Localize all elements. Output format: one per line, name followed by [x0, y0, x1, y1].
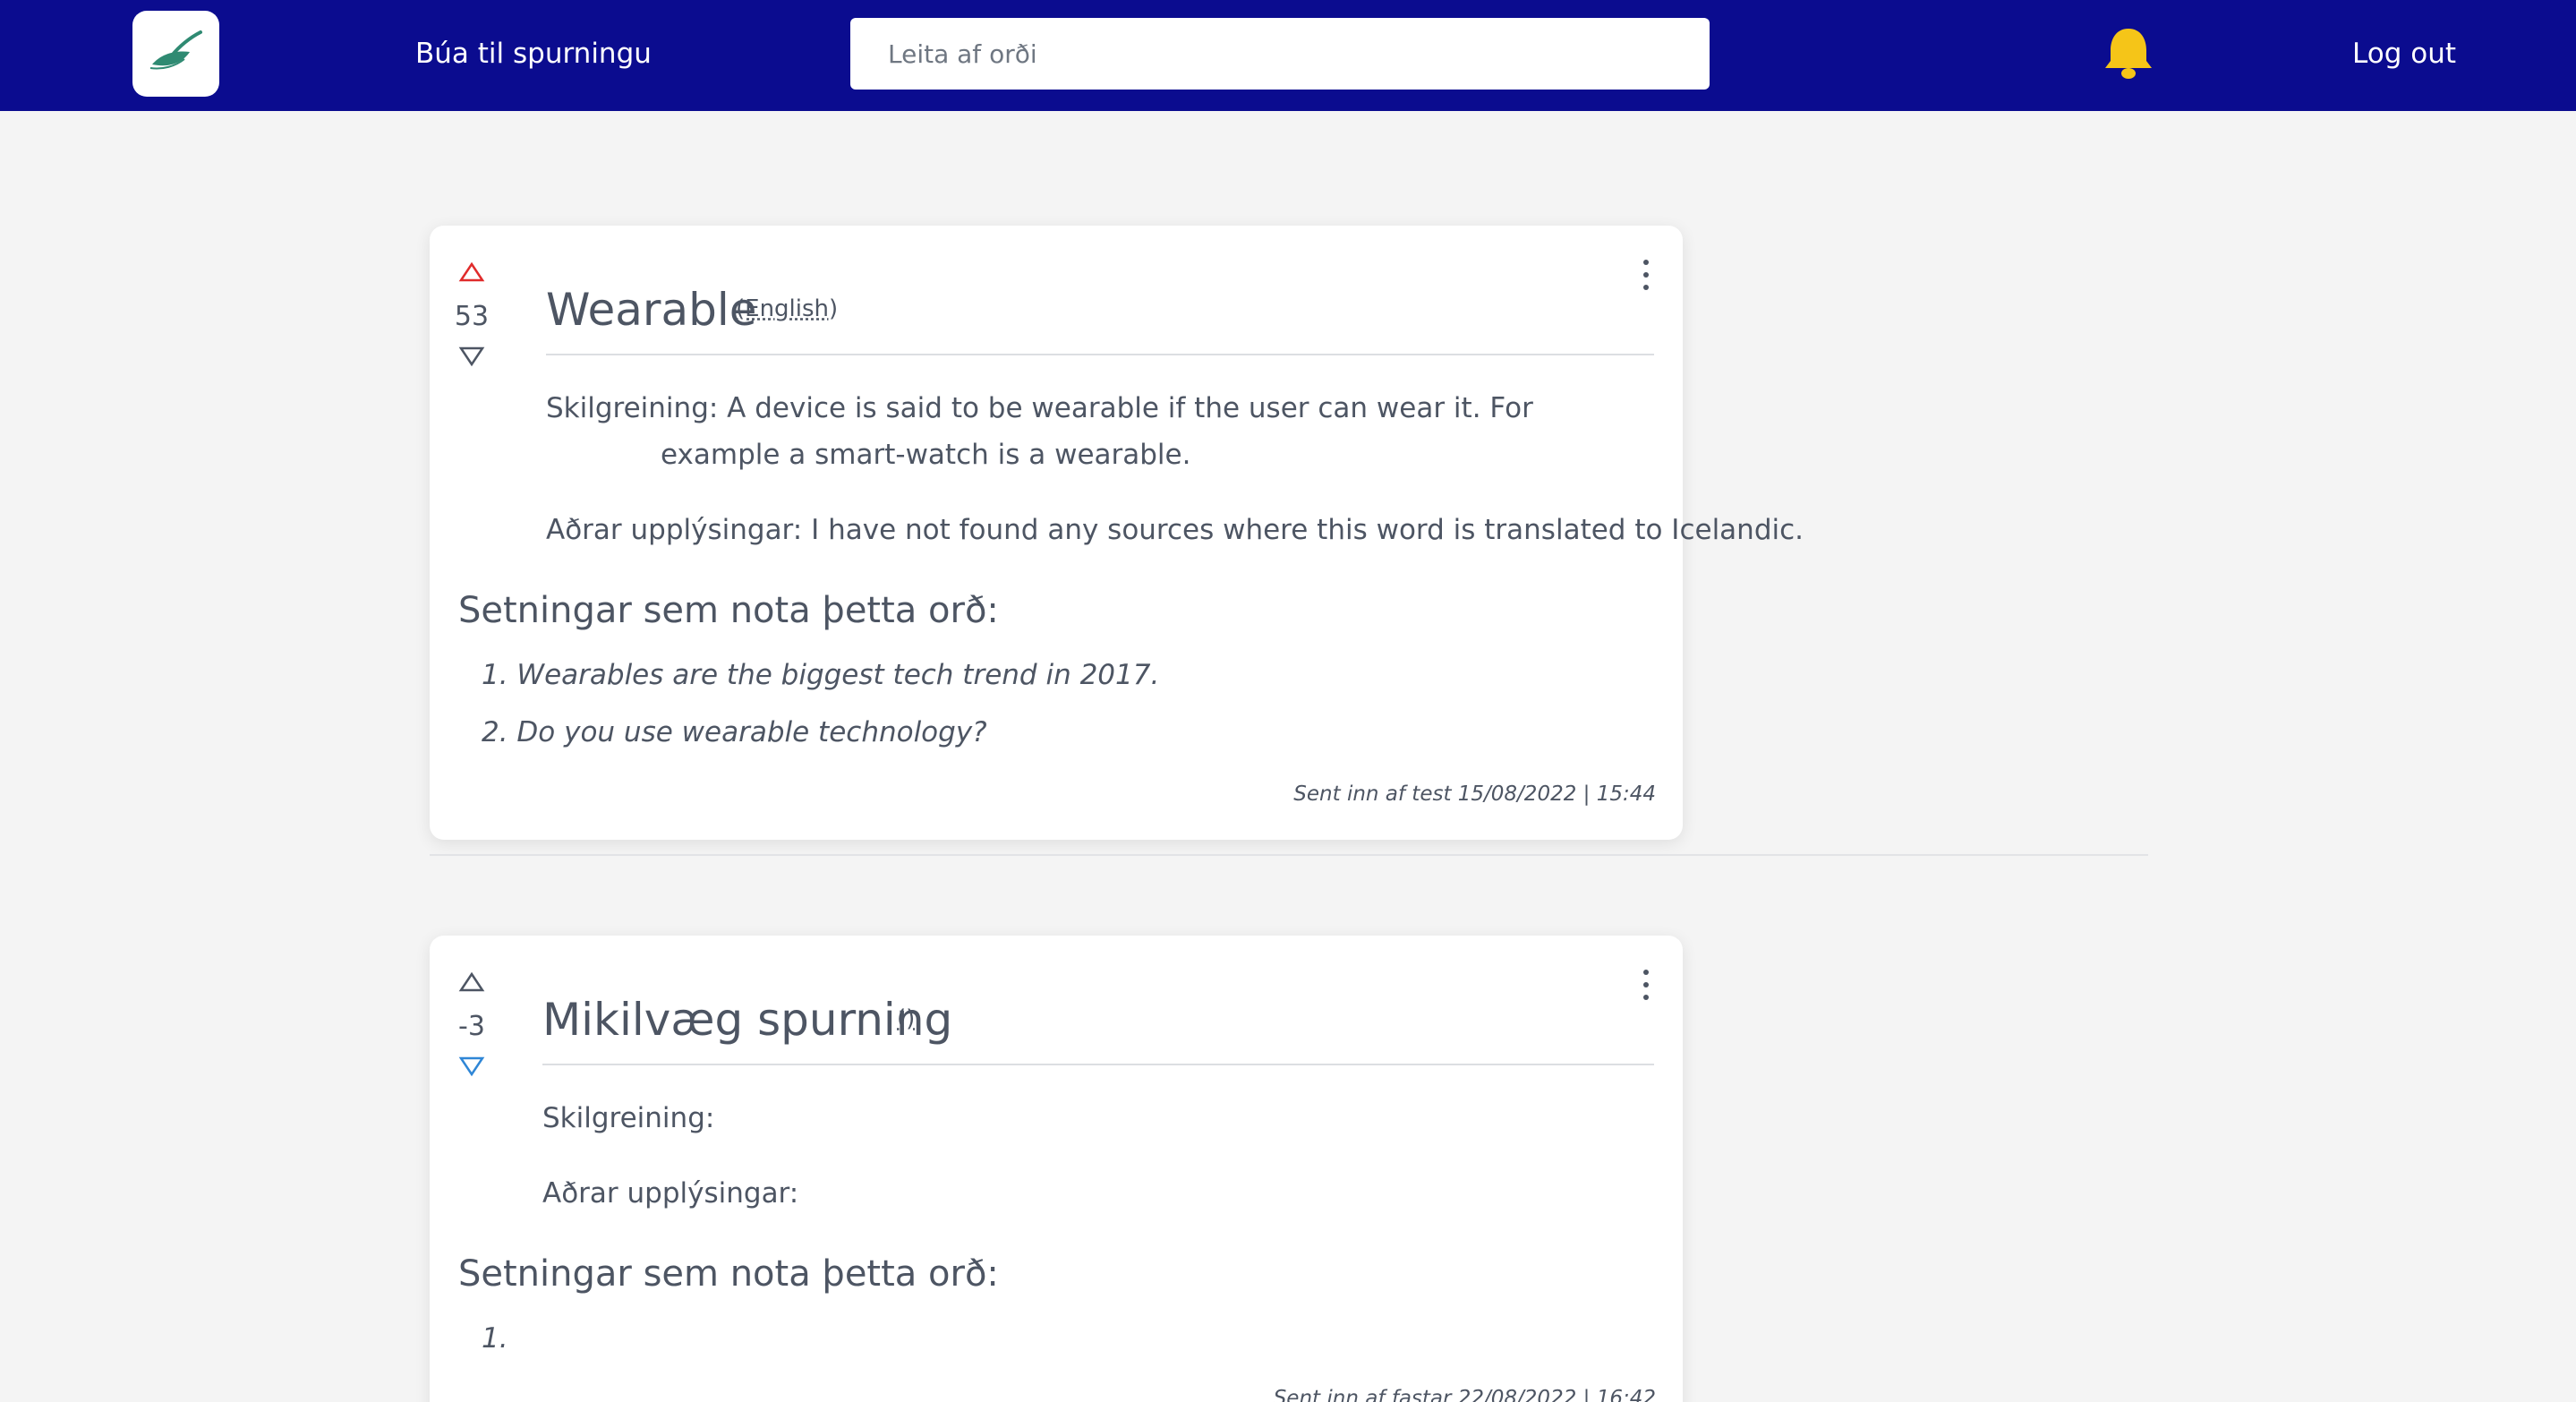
downvote-icon[interactable] — [458, 346, 485, 367]
definition-label: Skilgreining: — [546, 392, 719, 424]
word-card: 53 Wearable (English) Skilgreining: A de… — [430, 226, 1804, 840]
logout-link[interactable]: Log out — [2352, 34, 2456, 73]
language-link[interactable]: (English) — [736, 295, 838, 322]
submitted-by: Sent inn af fastar 22/08/2022 | 16:42 — [1273, 1387, 1656, 1402]
submitted-by: Sent inn af test 15/08/2022 | 15:44 — [1293, 782, 1656, 806]
vote-score: -3 — [458, 1011, 485, 1042]
title-divider — [542, 1064, 1654, 1065]
sentence-item: 1. Wearables are the biggest tech trend … — [482, 659, 1160, 691]
upvote-icon[interactable] — [458, 971, 485, 993]
more-options-icon[interactable] — [1642, 970, 1651, 1000]
definition-label: Skilgreining: — [542, 1102, 715, 1134]
definition-text: A device is said to be wearable if the u… — [661, 392, 1533, 471]
post-separator — [430, 854, 2148, 856]
other-info-label: Aðrar upplýsingar: — [542, 1177, 799, 1210]
other-info-label: Aðrar upplýsingar: — [546, 514, 803, 546]
title-divider — [546, 354, 1654, 355]
feather-logo-icon — [149, 30, 202, 70]
search-input[interactable] — [850, 18, 1710, 90]
word-card: -3 Mikilvæg spurning () Skilgreining: Að… — [430, 936, 1683, 1402]
sentence-item: 1. — [482, 1322, 508, 1355]
sentence-list: 1. — [482, 1310, 508, 1367]
vote-score: 53 — [454, 301, 490, 332]
create-question-link[interactable]: Búa til spurningu — [415, 34, 652, 73]
sentence-list: 1. Wearables are the biggest tech trend … — [482, 646, 1159, 761]
upvote-icon[interactable] — [458, 261, 485, 283]
downvote-icon[interactable] — [458, 1056, 485, 1077]
sentence-item: 2. Do you use wearable technology? — [482, 716, 987, 748]
other-info: Aðrar upplýsingar: — [542, 1170, 798, 1217]
sentences-heading: Setningar sem nota þetta orð: — [458, 1253, 999, 1295]
language-link[interactable]: () — [897, 1005, 915, 1032]
definition: Skilgreining: A device is said to be wea… — [546, 385, 1656, 478]
top-navbar: Búa til spurningu Log out — [0, 0, 2576, 111]
home-logo[interactable] — [132, 11, 219, 97]
definition: Skilgreining: — [542, 1095, 714, 1141]
other-info: Aðrar upplýsingar: I have not found any … — [546, 507, 1804, 553]
word-title: Mikilvæg spurning — [542, 994, 953, 1046]
more-options-icon[interactable] — [1642, 260, 1651, 290]
notification-bell-icon[interactable] — [2098, 25, 2159, 82]
word-title: Wearable — [546, 284, 757, 336]
sentences-heading: Setningar sem nota þetta orð: — [458, 590, 999, 631]
other-info-text: I have not found any sources where this … — [811, 514, 1804, 546]
